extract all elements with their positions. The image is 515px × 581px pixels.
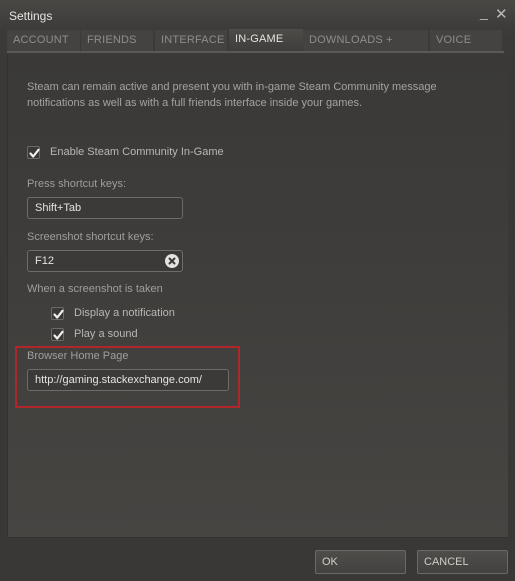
checkmark-icon	[29, 148, 40, 158]
close-button[interactable]: ✕	[495, 5, 508, 23]
shortcut-keys-input[interactable]: Shift+Tab	[27, 197, 183, 219]
display-notification-checkbox[interactable]	[51, 306, 64, 320]
tab-voice[interactable]: VOICE	[430, 30, 502, 51]
screenshot-shortcut-label: Screenshot shortcut keys:	[27, 231, 154, 243]
settings-window: Settings _ ✕ ACCOUNT FRIENDS INTERFACE I…	[0, 0, 515, 581]
tab-friends[interactable]: FRIENDS	[81, 30, 153, 51]
display-notification-checkbox-row[interactable]: Display a notification	[51, 305, 175, 321]
play-sound-checkbox-row[interactable]: Play a sound	[51, 326, 138, 342]
play-sound-label: Play a sound	[74, 328, 138, 340]
display-notification-label: Display a notification	[74, 307, 175, 319]
tab-in-game[interactable]: IN-GAME	[229, 29, 303, 52]
browser-home-input[interactable]: http://gaming.stackexchange.com/	[27, 369, 229, 391]
tab-divider	[7, 51, 504, 53]
browser-home-label: Browser Home Page	[27, 350, 129, 362]
screenshot-shortcut-value: F12	[35, 255, 54, 267]
cancel-button[interactable]: CANCEL	[417, 550, 508, 574]
settings-panel	[7, 54, 508, 538]
screenshot-shortcut-input[interactable]: F12	[27, 250, 183, 272]
ingame-description: Steam can remain active and present you …	[27, 81, 437, 109]
ok-button[interactable]: OK	[315, 550, 406, 574]
tab-interface[interactable]: INTERFACE	[155, 30, 227, 51]
play-sound-checkbox[interactable]	[51, 327, 64, 341]
checkmark-icon	[53, 309, 64, 319]
enable-community-checkbox-row[interactable]: Enable Steam Community In-Game	[27, 144, 224, 160]
screenshot-taken-label: When a screenshot is taken	[27, 283, 163, 295]
enable-community-checkbox[interactable]	[27, 145, 40, 159]
tab-account[interactable]: ACCOUNT	[7, 30, 80, 51]
shortcut-keys-label: Press shortcut keys:	[27, 178, 127, 190]
tab-downloads-cloud[interactable]: DOWNLOADS + CLOUD	[303, 30, 428, 67]
clear-icon[interactable]	[165, 254, 179, 268]
checkmark-icon	[53, 330, 64, 340]
enable-community-label: Enable Steam Community In-Game	[50, 146, 224, 158]
minimize-button[interactable]: _	[480, 4, 488, 20]
window-title: Settings	[9, 9, 53, 23]
